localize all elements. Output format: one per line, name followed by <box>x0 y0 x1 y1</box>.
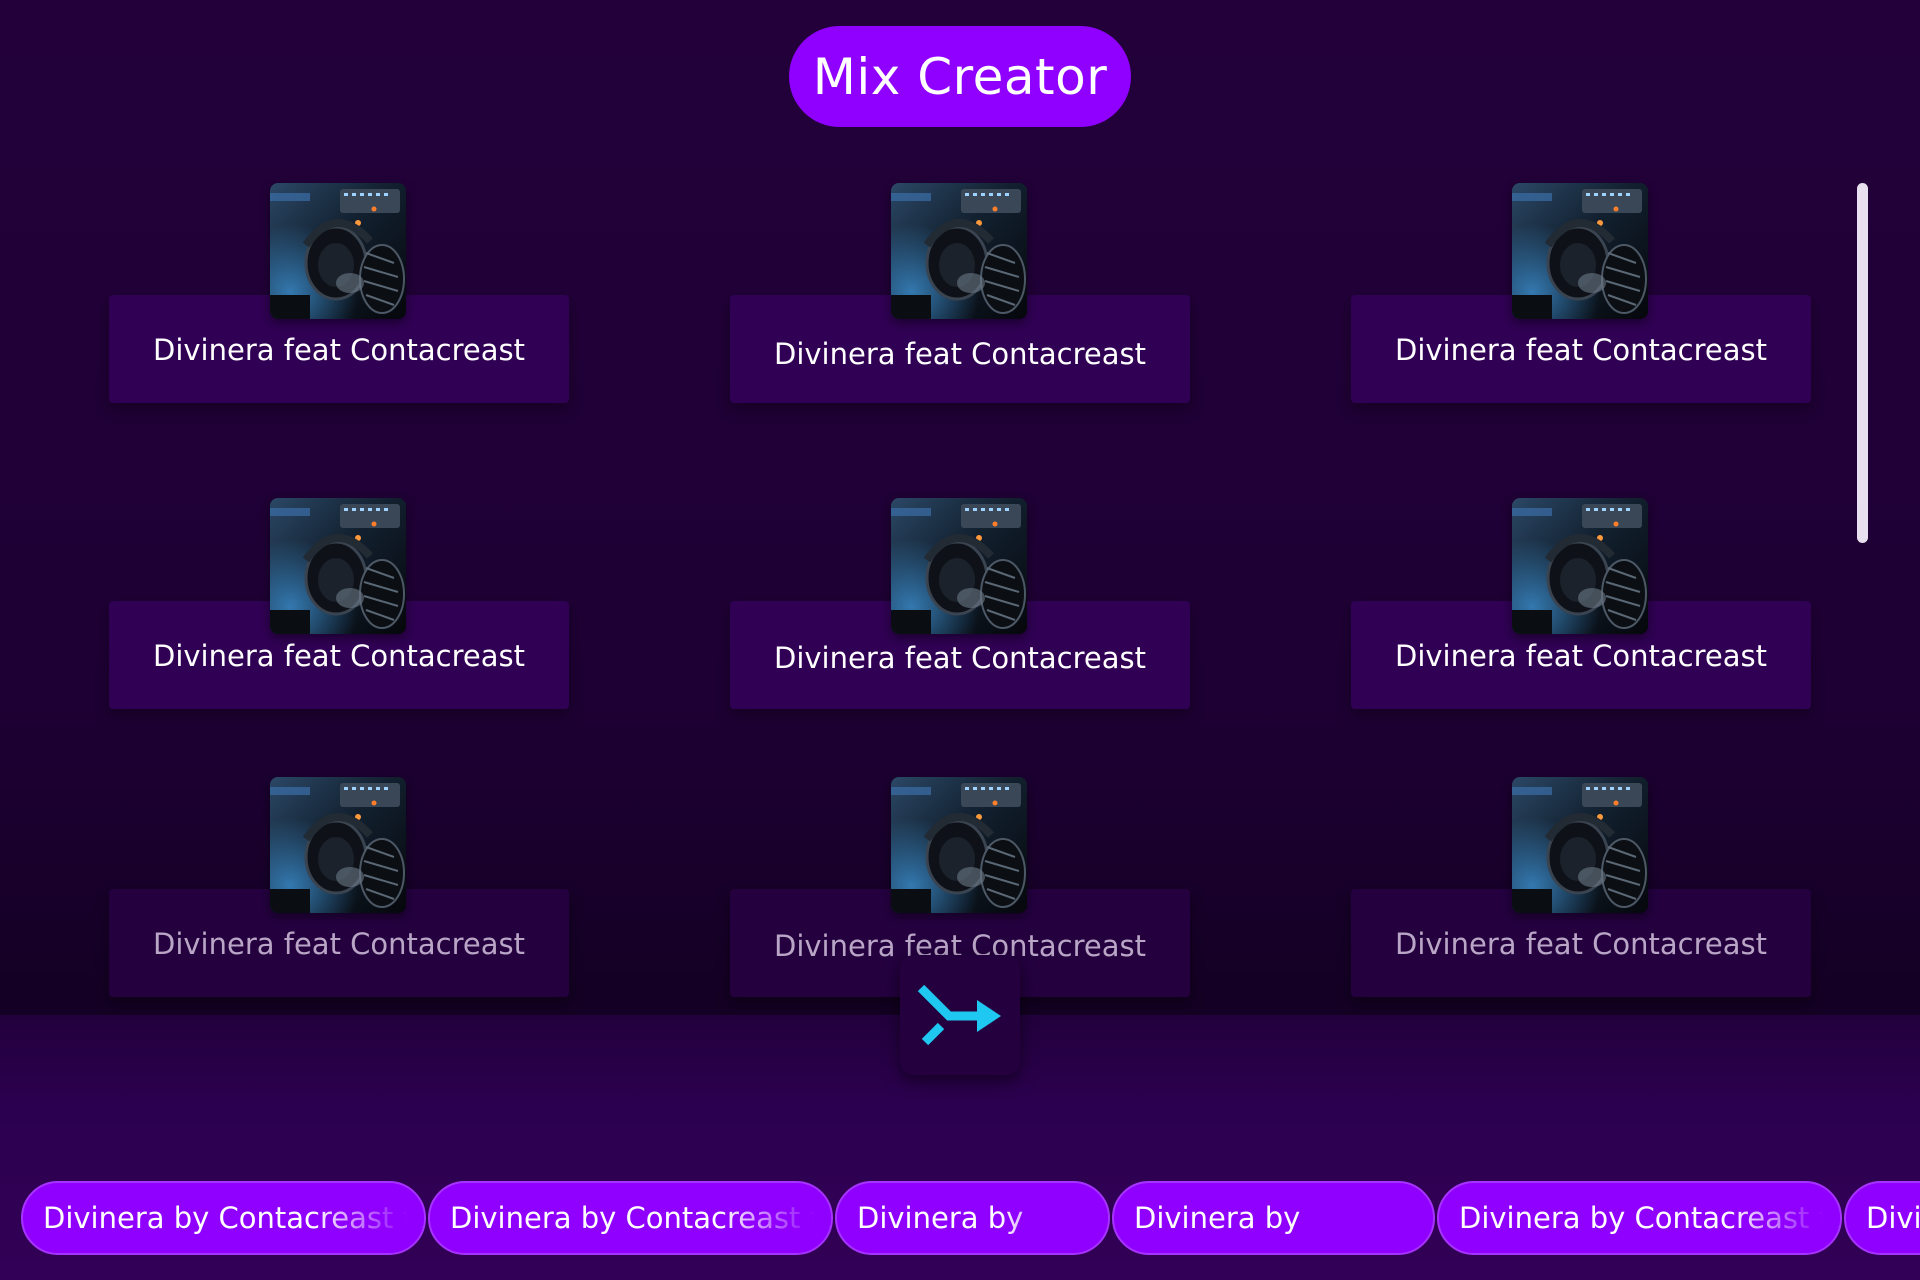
mix-chip-label: Divinera by <box>857 1201 1024 1235</box>
track-title: Divinera feat Contacreast <box>153 927 525 961</box>
mix-chip[interactable]: Divinera by Contacreast ft <box>21 1181 426 1255</box>
mix-chip-label: Divinera by <box>1134 1201 1301 1235</box>
mix-chip[interactable]: Divinera by Contacreast ft <box>1437 1181 1842 1255</box>
track-card[interactable]: Divinera feat Contacreast <box>109 183 569 403</box>
mix-chip-label: Divinera by Contacreast ft <box>450 1201 831 1235</box>
track-title: Divinera feat Contacreast <box>153 639 525 673</box>
track-card[interactable]: Divinera feat Contacreast <box>1351 777 1811 997</box>
mix-chip-label: Divinera by Contacreast ft <box>1459 1201 1840 1235</box>
mix-chip[interactable]: Divinera by Contacreast ft <box>428 1181 833 1255</box>
merge-arrow-icon <box>917 984 1001 1046</box>
mix-chip-label: Divinera by Contacreast ft <box>43 1201 424 1235</box>
track-title: Divinera feat Contacreast <box>774 337 1146 371</box>
track-card[interactable]: Divinera feat Contacreast <box>730 498 1190 709</box>
track-title: Divinera feat Contacreast <box>774 641 1146 675</box>
dj-headphones-artwork <box>270 183 406 319</box>
track-card[interactable]: Divinera feat Contacreast <box>1351 183 1811 403</box>
mix-chip-strip: Divinera by Contacreast ft Divinera by C… <box>0 1181 1920 1257</box>
mix-chip[interactable]: Divinera <box>1844 1181 1920 1255</box>
track-title: Divinera feat Contacreast <box>1395 639 1767 673</box>
dj-headphones-artwork <box>891 777 1027 913</box>
dj-headphones-artwork <box>270 777 406 913</box>
track-title: Divinera feat Contacreast <box>153 333 525 367</box>
mix-chip[interactable]: Divinera by <box>835 1181 1110 1255</box>
dj-headphones-artwork <box>1512 777 1648 913</box>
mix-chip[interactable]: Divinera by <box>1112 1181 1435 1255</box>
dj-headphones-artwork <box>891 498 1027 634</box>
dj-headphones-artwork <box>270 498 406 634</box>
track-grid: Divinera feat Contacreast Divinera feat … <box>0 0 1920 1010</box>
track-card[interactable]: Divinera feat Contacreast <box>730 183 1190 403</box>
dj-headphones-artwork <box>891 183 1027 319</box>
dj-headphones-artwork <box>1512 183 1648 319</box>
scrollbar-thumb[interactable] <box>1857 183 1868 543</box>
dj-headphones-artwork <box>1512 498 1648 634</box>
track-card[interactable]: Divinera feat Contacreast <box>109 498 569 709</box>
track-title: Divinera feat Contacreast <box>1395 333 1767 367</box>
track-card[interactable]: Divinera feat Contacreast <box>1351 498 1811 709</box>
merge-button[interactable] <box>900 955 1020 1075</box>
track-card[interactable]: Divinera feat Contacreast <box>109 777 569 997</box>
mix-chip-label: Divinera <box>1866 1201 1920 1235</box>
track-title: Divinera feat Contacreast <box>1395 927 1767 961</box>
